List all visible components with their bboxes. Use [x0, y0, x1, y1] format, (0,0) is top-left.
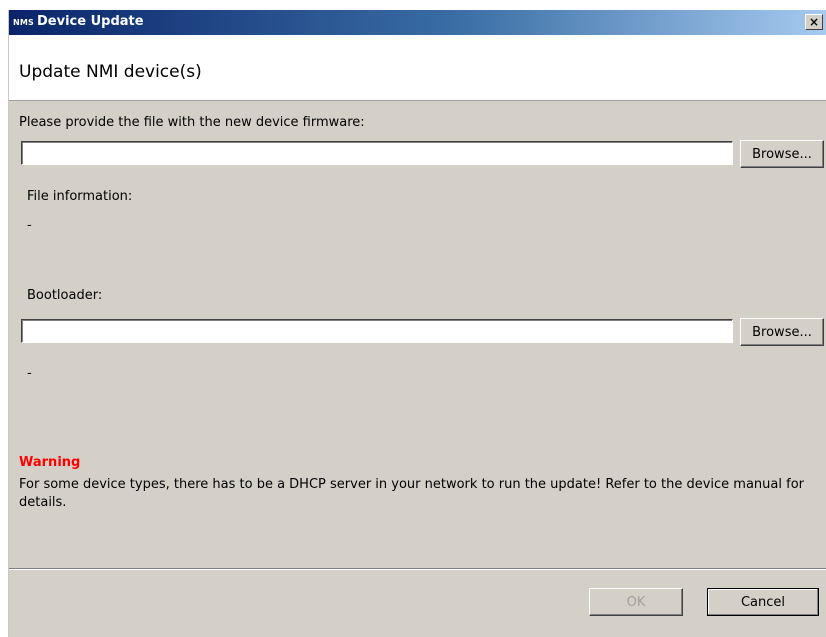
- ok-button[interactable]: OK: [589, 588, 683, 616]
- page-title: Update NMI device(s): [19, 62, 202, 82]
- title-bar[interactable]: NMS Device Update ×: [9, 10, 826, 35]
- firmware-prompt-label: Please provide the file with the new dev…: [19, 115, 365, 130]
- nms-app-icon: NMS: [13, 18, 35, 27]
- firmware-file-input[interactable]: [21, 141, 733, 165]
- bootloader-browse-button[interactable]: Browse...: [740, 318, 824, 346]
- firmware-browse-button[interactable]: Browse...: [740, 140, 824, 168]
- close-button[interactable]: ×: [805, 14, 823, 30]
- bootloader-information-value: -: [27, 366, 32, 381]
- file-information-label: File information:: [27, 189, 133, 204]
- cancel-button[interactable]: Cancel: [707, 588, 819, 616]
- warning-text: For some device types, there has to be a…: [19, 477, 804, 510]
- close-icon: ×: [808, 15, 820, 29]
- device-update-dialog: NMS Device Update × Update NMI device(s)…: [8, 10, 826, 637]
- bootloader-label: Bootloader:: [27, 288, 103, 303]
- warning-title: Warning: [19, 455, 81, 470]
- bootloader-file-input[interactable]: [21, 319, 733, 343]
- dialog-header: Update NMI device(s): [9, 35, 826, 101]
- file-information-value: -: [27, 218, 32, 233]
- footer-divider: [9, 568, 826, 570]
- window-title: Device Update: [37, 14, 144, 29]
